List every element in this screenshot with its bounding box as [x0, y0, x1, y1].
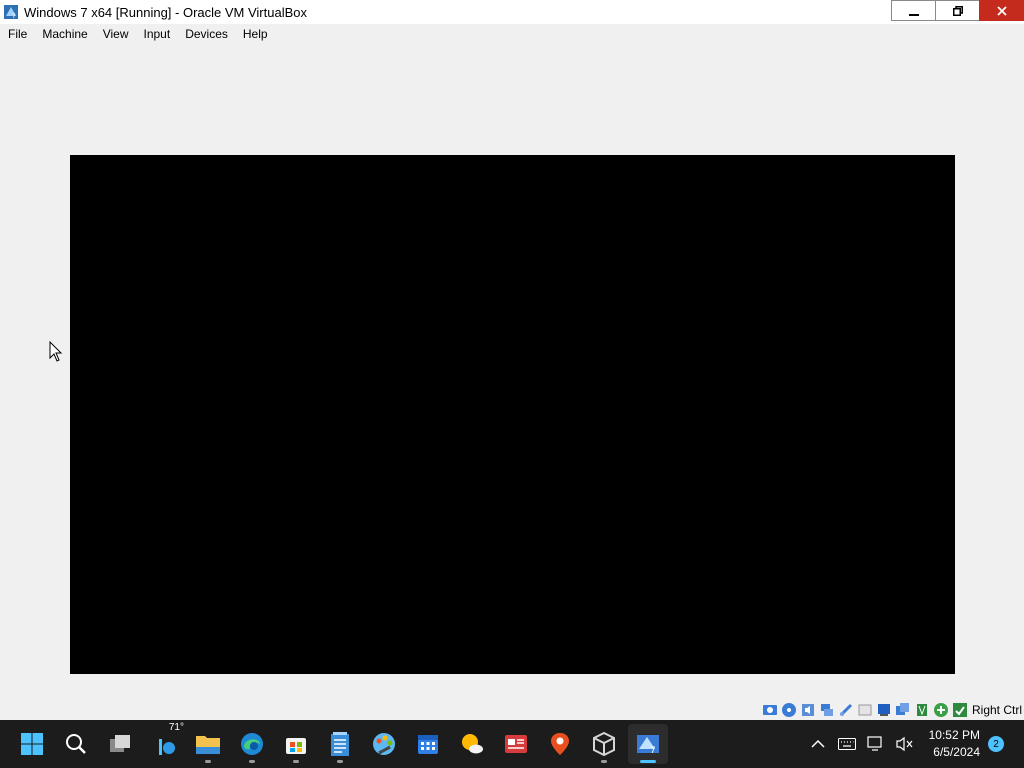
title-bar[interactable]: 7 Windows 7 x64 [Running] - Oracle VM Vi…	[0, 0, 1024, 24]
clock-date: 6/5/2024	[933, 745, 980, 759]
vm-display-area[interactable]	[0, 44, 1024, 698]
network-status-button[interactable]	[863, 731, 889, 757]
maps-button[interactable]	[540, 724, 580, 764]
search-button[interactable]	[56, 724, 96, 764]
cpu-icon[interactable]	[914, 702, 930, 718]
network-icon[interactable]	[819, 702, 835, 718]
hard-disk-icon[interactable]	[762, 702, 778, 718]
host-key-label: Right Ctrl	[971, 703, 1022, 717]
show-hidden-icons-button[interactable]	[805, 731, 831, 757]
running-indicator	[205, 760, 211, 763]
store-button[interactable]	[276, 724, 316, 764]
network-disconnected-icon	[867, 736, 882, 751]
menu-bar: File Machine View Input Devices Help	[0, 24, 1024, 44]
svg-text:7: 7	[12, 13, 16, 20]
running-indicator	[293, 760, 299, 763]
minimize-icon	[908, 13, 919, 16]
start-button[interactable]	[12, 724, 52, 764]
window-title: Windows 7 x64 [Running] - Oracle VM Virt…	[24, 4, 307, 20]
menu-devices[interactable]: Devices	[177, 25, 235, 43]
touch-keyboard-button[interactable]	[834, 731, 860, 757]
display-icon[interactable]	[876, 702, 892, 718]
mouse-integration-icon[interactable]	[933, 702, 949, 718]
menu-file[interactable]: File	[0, 25, 34, 43]
paint-button[interactable]	[364, 724, 404, 764]
virtualbox-icon	[593, 731, 615, 757]
task-view-button[interactable]	[100, 724, 140, 764]
taskbar: 71° 7 10:52 PM 6/5/2024 2	[0, 720, 1024, 768]
calendar-icon	[418, 735, 438, 754]
active-indicator	[640, 760, 656, 763]
system-tray: 10:52 PM 6/5/2024 2	[805, 720, 1024, 768]
folder-icon	[196, 736, 220, 754]
news-button[interactable]	[496, 724, 536, 764]
task-view-icon	[110, 735, 130, 752]
vm-window-button[interactable]: 7	[628, 724, 668, 764]
virtualbox-app-icon: 7	[4, 5, 18, 20]
clock[interactable]: 10:52 PM 6/5/2024	[929, 727, 980, 761]
audio-icon[interactable]	[800, 702, 816, 718]
recording-icon[interactable]	[895, 702, 911, 718]
notepad-button[interactable]	[320, 724, 360, 764]
menu-view[interactable]: View	[95, 25, 136, 43]
search-icon	[66, 734, 86, 754]
virtualbox-button[interactable]	[584, 724, 624, 764]
shared-folders-icon[interactable]	[857, 702, 873, 718]
menu-machine[interactable]: Machine	[34, 25, 94, 43]
svg-text:7: 7	[650, 746, 656, 756]
calendar-button[interactable]	[408, 724, 448, 764]
menu-input[interactable]: Input	[136, 25, 178, 43]
minimize-button[interactable]	[891, 0, 936, 21]
widgets-button[interactable]: 71°	[144, 722, 184, 764]
optical-drive-icon[interactable]	[781, 702, 797, 718]
running-indicator	[249, 760, 255, 763]
volume-button[interactable]	[892, 731, 918, 757]
usb-icon[interactable]	[838, 702, 854, 718]
close-button[interactable]	[979, 0, 1024, 21]
keyboard-capture-icon[interactable]	[952, 702, 968, 718]
maps-pin-icon	[551, 733, 569, 755]
paint-icon	[373, 733, 395, 755]
status-bar: Right Ctrl	[0, 700, 1024, 720]
temperature-badge: 71°	[168, 722, 184, 733]
clock-time: 10:52 PM	[928, 728, 980, 742]
notepad-icon	[331, 732, 349, 756]
speaker-muted-icon	[896, 736, 913, 752]
notification-badge[interactable]: 2	[988, 736, 1004, 752]
running-indicator	[601, 760, 607, 763]
edge-icon	[241, 733, 263, 755]
window-controls	[891, 0, 1024, 21]
vm-screen[interactable]	[70, 155, 955, 674]
running-indicator	[337, 760, 343, 763]
weather-button[interactable]	[452, 724, 492, 764]
mouse-cursor-icon	[49, 341, 63, 362]
weather-widget-icon	[159, 739, 175, 755]
menu-help[interactable]: Help	[235, 25, 275, 43]
chevron-up-icon	[811, 739, 825, 748]
keyboard-icon	[837, 738, 856, 750]
weather-icon	[462, 734, 483, 754]
news-icon	[505, 735, 527, 753]
close-icon	[996, 5, 1007, 16]
vm-window-icon: 7	[637, 735, 659, 756]
store-icon	[286, 738, 306, 754]
file-explorer-button[interactable]	[188, 724, 228, 764]
restore-icon	[952, 5, 963, 16]
restore-button[interactable]	[935, 0, 980, 21]
windows-logo-icon	[21, 733, 43, 755]
edge-button[interactable]	[232, 724, 272, 764]
